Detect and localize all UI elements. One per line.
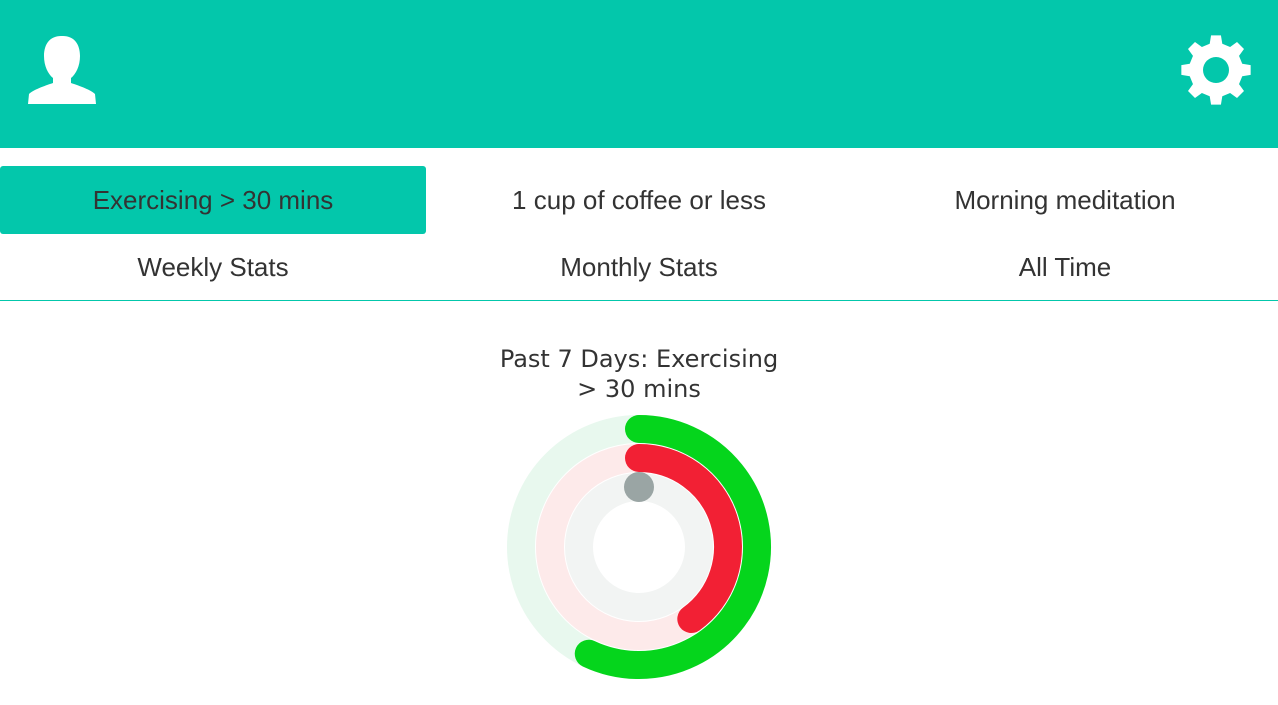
habit-tab-exercising[interactable]: Exercising > 30 mins	[0, 166, 426, 234]
habit-tab-coffee[interactable]: 1 cup of coffee or less	[426, 166, 852, 234]
user-silhouette-icon	[28, 36, 96, 104]
progress-rings	[507, 415, 771, 679]
stats-tab-label: All Time	[1018, 251, 1112, 282]
habit-tab-label: 1 cup of coffee or less	[512, 184, 766, 215]
chart-title: Past 7 Days: Exercising > 30 mins	[489, 344, 789, 404]
habit-tab-label: Morning meditation	[954, 184, 1176, 215]
stats-tab-label: Monthly Stats	[560, 251, 718, 282]
tab-all-time[interactable]: All Time	[852, 234, 1278, 300]
chart-title-line-1: Past 7 Days: Exercising	[499, 345, 779, 373]
gear-hole	[1203, 57, 1229, 83]
stats-tabs: Weekly Stats Monthly Stats All Time	[0, 234, 1278, 301]
settings-button[interactable]	[1176, 30, 1256, 110]
habit-tab-label: Exercising > 30 mins	[92, 184, 334, 215]
tab-monthly-stats[interactable]: Monthly Stats	[426, 234, 852, 300]
app-header	[0, 0, 1278, 148]
habit-tab-meditation[interactable]: Morning meditation	[852, 166, 1278, 234]
ring-progress-inner	[624, 472, 654, 502]
tab-weekly-stats[interactable]: Weekly Stats	[0, 234, 426, 300]
chart-title-line-2: > 30 mins	[577, 375, 701, 403]
profile-button[interactable]	[22, 30, 102, 110]
ring-track-inner	[565, 473, 713, 621]
stats-tab-label: Weekly Stats	[137, 251, 289, 282]
habit-tabs: Exercising > 30 mins 1 cup of coffee or …	[0, 166, 1278, 234]
gear-icon	[1181, 35, 1251, 105]
